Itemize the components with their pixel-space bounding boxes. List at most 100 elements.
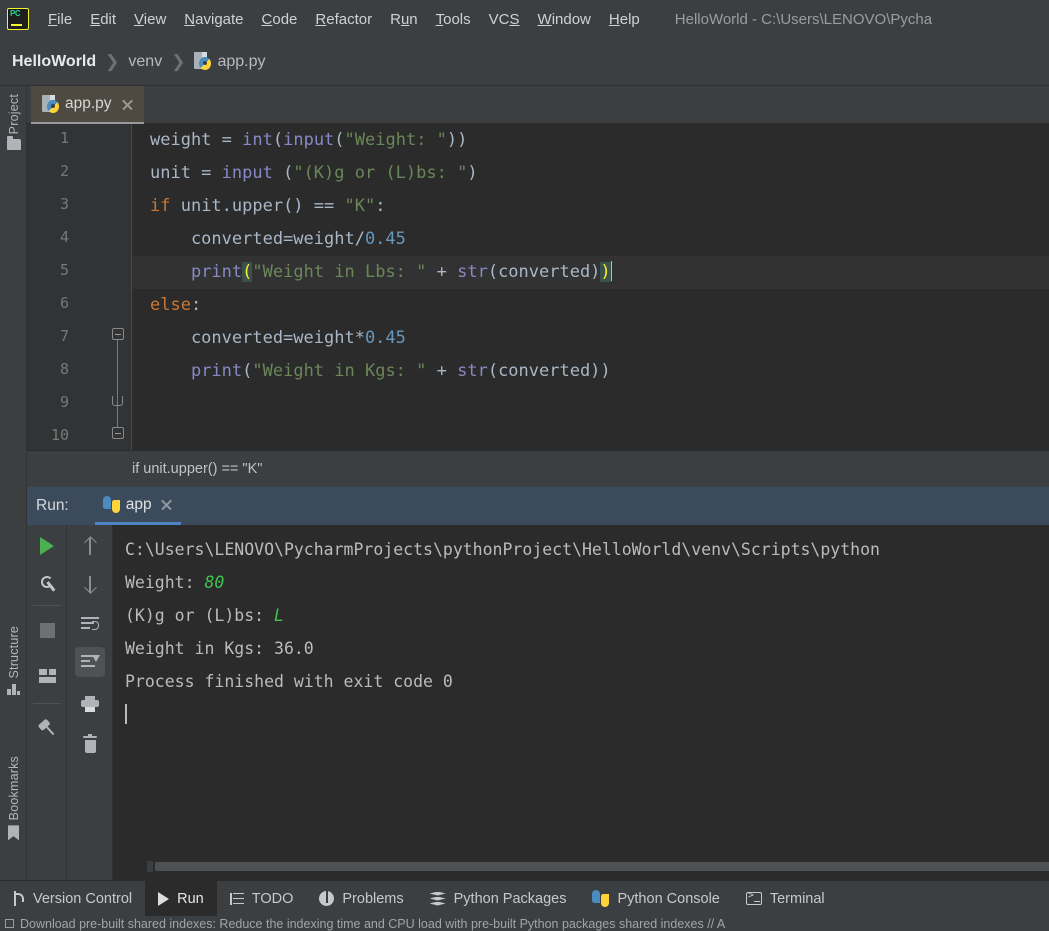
bottom-tab-python-console[interactable]: Python Console (579, 881, 732, 917)
code-line-3[interactable]: if unit.upper() == "K": (132, 190, 1049, 223)
code-token: (converted) (487, 262, 601, 282)
editor-gutter[interactable]: 1 2 3 4 5 6 7 8 9 10 (27, 124, 132, 450)
code-token: ( (272, 130, 284, 150)
code-token: else (150, 295, 191, 315)
soft-wrap-button[interactable] (75, 609, 105, 639)
scroll-to-end-button[interactable] (75, 647, 105, 677)
code-token: + (426, 262, 458, 282)
editor-tab-app-py[interactable]: app.py (31, 86, 144, 124)
code-token: )) (446, 130, 468, 150)
line-number: 6 (59, 294, 69, 312)
fold-toggle-if-icon[interactable] (112, 328, 125, 341)
line-number: 4 (59, 228, 69, 246)
breadcrumb-separator-icon: ❯ (105, 51, 120, 71)
code-token: ( (242, 361, 253, 381)
clear-all-button[interactable] (75, 729, 105, 759)
code-line-6[interactable]: else: (132, 289, 1049, 322)
run-tab-app[interactable]: app (94, 487, 181, 525)
close-icon[interactable] (121, 98, 134, 111)
sidebar-item-project[interactable]: Project (0, 94, 27, 151)
code-token: input (221, 163, 273, 183)
code-token: ) (600, 262, 611, 282)
code-line-10[interactable] (132, 421, 1049, 450)
notification-strip[interactable]: Download pre-built shared indexes: Reduc… (0, 916, 1049, 931)
settings-button[interactable] (32, 569, 62, 599)
bottom-tab-problems[interactable]: Problems (306, 881, 416, 917)
play-icon (40, 537, 54, 555)
console-line: Weight in Kgs: 36.0 (125, 632, 1049, 665)
editor-breadcrumb-text: if unit.upper() == "K" (132, 461, 263, 477)
code-token: "Weight: " (344, 130, 447, 150)
bottom-tab-python-packages[interactable]: Python Packages (417, 881, 580, 917)
sidebar-item-structure[interactable]: Structure (0, 626, 27, 695)
breadcrumb-file[interactable]: app.py (217, 53, 265, 71)
bottom-tool-window-bar: Version Control Run TODO Problems Python Pac… (0, 880, 1049, 917)
code-line-9[interactable] (132, 388, 1049, 421)
code-line-4[interactable]: converted=weight/0.45 (132, 223, 1049, 256)
menu-item-run[interactable]: Run (381, 9, 427, 30)
terminal-icon (745, 890, 762, 905)
breadcrumb-project[interactable]: HelloWorld (12, 53, 96, 71)
fold-toggle-else-icon[interactable] (112, 427, 125, 440)
bottom-tab-version-control[interactable]: Version Control (0, 881, 145, 917)
code-token: str (457, 361, 488, 381)
menu-item-vcs[interactable]: VCS (480, 9, 529, 30)
print-button[interactable] (75, 689, 105, 719)
play-icon (158, 891, 170, 906)
run-console-output[interactable]: C:\Users\LENOVO\PycharmProjects\pythonPr… (113, 525, 1049, 855)
code-token: (converted)) (487, 361, 611, 381)
code-token: ( (272, 163, 294, 183)
menu-item-code[interactable]: Code (253, 9, 307, 30)
run-panel-label: Run: (36, 497, 69, 514)
checkbox-icon[interactable] (5, 919, 14, 928)
menu-item-window[interactable]: Window (529, 9, 600, 30)
code-line-5[interactable]: print("Weight in Lbs: " + str(converted)… (132, 256, 1049, 289)
code-token: if (150, 196, 171, 216)
console-caret (125, 704, 127, 724)
code-line-2[interactable]: unit = input ("(K)g or (L)bs: ") (132, 157, 1049, 190)
sidebar-item-bookmarks[interactable]: Bookmarks (0, 756, 27, 841)
code-lines[interactable]: weight = int(input("Weight: ")) unit = in… (132, 124, 1049, 450)
line-number: 8 (59, 360, 69, 378)
code-editor[interactable]: 1 2 3 4 5 6 7 8 9 10 weight = int(input("Weight: … (27, 124, 1049, 450)
code-token: "Weight in Lbs: " (252, 262, 427, 282)
menu-item-tools[interactable]: Tools (427, 9, 480, 30)
up-button[interactable] (75, 531, 105, 561)
left-tool-strip: Project Structure Bookmarks (0, 86, 27, 931)
scrollbar-thumb[interactable] (155, 862, 1049, 871)
code-token: "(K)g or (L)bs: " (293, 163, 468, 183)
stop-button[interactable] (32, 615, 62, 645)
menu-item-view[interactable]: View (125, 9, 175, 30)
bottom-tab-todo[interactable]: TODO (217, 881, 307, 917)
line-number: 5 (59, 261, 69, 279)
close-icon[interactable] (160, 498, 173, 511)
rerun-button[interactable] (32, 531, 62, 561)
text-caret (610, 261, 613, 281)
console-horizontal-scrollbar[interactable] (147, 861, 1049, 872)
layout-button[interactable] (32, 661, 62, 691)
python-file-icon (194, 52, 212, 71)
sidebar-item-label: Project (6, 94, 21, 135)
breadcrumb-folder[interactable]: venv (128, 53, 162, 71)
code-line-8[interactable]: print("Weight in Kgs: " + str(converted)… (132, 355, 1049, 388)
menu-item-help[interactable]: Help (600, 9, 649, 30)
code-line-7[interactable]: converted=weight*0.45 (132, 322, 1049, 355)
down-button[interactable] (75, 569, 105, 599)
packages-icon (429, 891, 446, 906)
bottom-tab-terminal[interactable]: Terminal (733, 881, 838, 917)
code-token: ) (467, 163, 478, 183)
stop-icon (39, 622, 55, 638)
bottom-tab-run[interactable]: Run (145, 880, 217, 917)
code-token: int (242, 130, 273, 150)
bookmark-icon (8, 825, 19, 841)
bottom-tab-label: Terminal (769, 890, 825, 907)
menu-item-file[interactable]: File (39, 9, 81, 30)
pin-tab-button[interactable] (32, 713, 62, 743)
code-line-1[interactable]: weight = int(input("Weight: ")) (132, 124, 1049, 157)
menu-bar: PC File Edit View Navigate Code Refactor Run To… (0, 0, 1049, 38)
menu-item-edit[interactable]: Edit (81, 9, 125, 30)
menu-item-navigate[interactable]: Navigate (175, 9, 252, 30)
menu-item-refactor[interactable]: Refactor (306, 9, 381, 30)
python-file-icon (42, 94, 59, 114)
trash-icon (83, 733, 97, 753)
